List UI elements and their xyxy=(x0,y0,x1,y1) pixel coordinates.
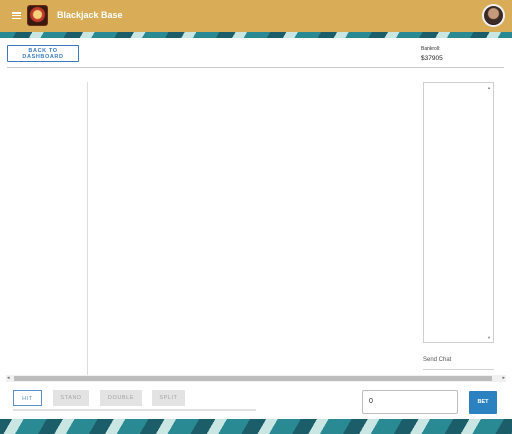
header-divider xyxy=(7,67,504,68)
app-title: Blackjack Base xyxy=(57,10,123,20)
scroll-right-icon[interactable]: ▸ xyxy=(502,375,505,381)
action-progress-bar xyxy=(13,409,256,411)
blackjack-logo-icon xyxy=(27,5,48,26)
hit-button[interactable]: HIT xyxy=(13,390,42,406)
split-button[interactable]: SPLIT xyxy=(152,390,185,406)
stand-button[interactable]: STAND xyxy=(53,390,89,406)
horizontal-scrollbar[interactable]: ◂ ▸ xyxy=(6,375,506,382)
bet-button[interactable]: BET xyxy=(469,391,497,414)
scroll-left-icon[interactable]: ◂ xyxy=(7,375,10,381)
back-to-dashboard-button[interactable]: BACK TO DASHBOARD xyxy=(7,45,79,62)
scroll-down-icon[interactable]: ▼ xyxy=(487,335,491,340)
app-bar: Blackjack Base xyxy=(0,0,512,32)
send-chat-underline xyxy=(423,369,494,370)
user-avatar-icon[interactable] xyxy=(482,4,505,27)
menu-icon[interactable] xyxy=(12,12,21,19)
bankroll-value: $37905 xyxy=(421,55,443,62)
send-chat-input[interactable]: Send Chat xyxy=(423,357,451,363)
bet-amount-input[interactable]: 0 xyxy=(362,390,458,414)
bankroll-label: Bankroll: xyxy=(421,46,441,52)
scroll-up-icon[interactable]: ▲ xyxy=(487,85,491,90)
scrollbar-thumb[interactable] xyxy=(14,376,492,381)
chat-log[interactable]: ▲ ▼ xyxy=(423,82,494,343)
player-list-divider xyxy=(87,82,88,375)
double-button[interactable]: DOUBLE xyxy=(100,390,142,406)
